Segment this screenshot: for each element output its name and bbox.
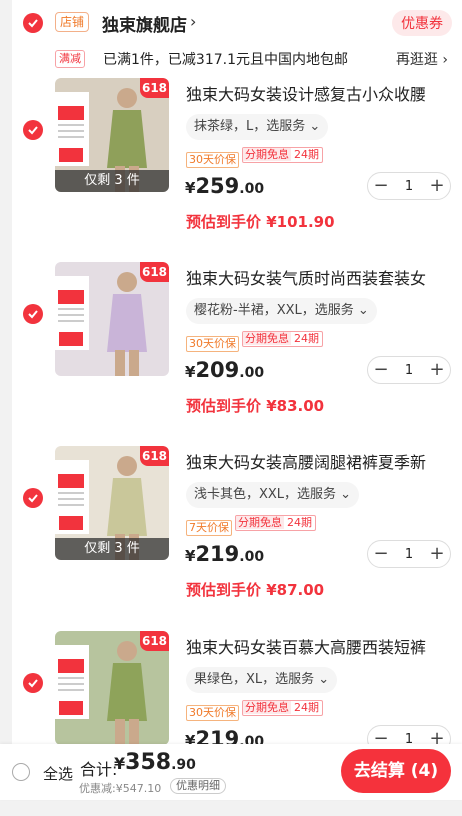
- decrease-button[interactable]: −: [368, 541, 394, 567]
- total-amount: ¥358.90: [114, 750, 196, 775]
- stock-label: 仅剩 3 件: [55, 538, 169, 560]
- service-tags: 7天价保 分期免息 24期: [186, 515, 319, 536]
- 618-badge: 618: [140, 631, 169, 651]
- cart-item: 618 仅剩 3 件 独束大码女装设计感复古小众收腰 抹茶绿，L，选服务 ⌄ 3…: [12, 78, 462, 263]
- checkmark-icon: [28, 494, 38, 503]
- shop-name[interactable]: 独束旗舰店: [102, 11, 187, 36]
- quantity-stepper[interactable]: − 1 +: [367, 356, 451, 384]
- estimated-price: 预估到手价 ¥83.00: [186, 397, 325, 415]
- cart-shop-card: 店铺 独束旗舰店 › 优惠券 满减 已满1件，已减317.1元且中国内地包邮 再…: [12, 0, 462, 760]
- product-image[interactable]: 618 仅剩 3 件: [55, 78, 169, 192]
- item-price: ¥219.00: [185, 542, 265, 566]
- shop-checkbox[interactable]: [23, 13, 43, 33]
- product-title[interactable]: 独束大码女装高腰阔腿裙裤夏季新: [186, 449, 448, 473]
- select-all-label[interactable]: 全选: [43, 763, 73, 784]
- promo-bar: 满减 已满1件，已减317.1元且中国内地包邮 再逛逛 ›: [12, 47, 462, 71]
- checkout-bar: 全选 合计: ¥358.90 优惠减:¥547.10 优惠明细 去结算 (4): [0, 744, 462, 800]
- 618-badge: 618: [140, 78, 169, 98]
- checkmark-icon: [28, 126, 38, 135]
- cart-item: 618 仅剩 3 件 独束大码女装高腰阔腿裙裤夏季新 浅卡其色，XXL，选服务 …: [12, 446, 462, 631]
- installment-tag: 分期免息 24期: [235, 515, 316, 531]
- product-image[interactable]: 618: [55, 631, 169, 745]
- item-checkbox[interactable]: [23, 304, 43, 324]
- shop-tag: 店铺: [55, 12, 90, 32]
- product-title[interactable]: 独束大码女装设计感复古小众收腰: [186, 81, 448, 105]
- decrease-button[interactable]: −: [368, 173, 394, 199]
- quantity-stepper[interactable]: − 1 +: [367, 540, 451, 568]
- checkout-button[interactable]: 去结算 (4): [341, 749, 451, 793]
- service-tags: 30天价保 分期免息 24期: [186, 331, 326, 352]
- installment-tag: 分期免息 24期: [242, 331, 323, 347]
- coupon-button[interactable]: 优惠券: [392, 10, 452, 36]
- shop-more-link[interactable]: 再逛逛 ›: [396, 49, 448, 69]
- cart-item: 618 独束大码女装气质时尚西装套装女 樱花粉-半裙，XXL，选服务 ⌄ 30天…: [12, 262, 462, 447]
- estimated-price: 预估到手价 ¥101.90: [186, 213, 335, 231]
- price-protect-tag: 30天价保: [186, 152, 239, 168]
- 618-badge: 618: [140, 446, 169, 466]
- shop-header: 店铺 独束旗舰店 › 优惠券: [12, 8, 462, 40]
- quantity-stepper[interactable]: − 1 +: [367, 172, 451, 200]
- service-tags: 30天价保 分期免息 24期: [186, 147, 326, 168]
- product-title[interactable]: 独束大码女装气质时尚西装套装女: [186, 265, 448, 289]
- quantity-value[interactable]: 1: [394, 179, 424, 194]
- installment-tag: 分期免息 24期: [242, 147, 323, 163]
- 618-badge: 618: [140, 262, 169, 282]
- promo-text: 已满1件，已减317.1元且中国内地包邮: [103, 52, 348, 68]
- decrease-button[interactable]: −: [368, 357, 394, 383]
- product-image[interactable]: 618 仅剩 3 件: [55, 446, 169, 560]
- sku-selector[interactable]: 抹茶绿，L，选服务 ⌄: [186, 114, 329, 140]
- item-price: ¥209.00: [185, 358, 265, 382]
- product-image[interactable]: 618: [55, 262, 169, 376]
- total-label: 合计:: [80, 760, 118, 779]
- product-title[interactable]: 独束大码女装百慕大高腰西装短裤: [186, 634, 448, 658]
- price-protect-tag: 30天价保: [186, 336, 239, 352]
- checkmark-icon: [28, 310, 38, 319]
- quantity-value[interactable]: 1: [394, 363, 424, 378]
- increase-button[interactable]: +: [424, 541, 450, 567]
- checkmark-icon: [28, 679, 38, 688]
- increase-button[interactable]: +: [424, 173, 450, 199]
- stock-label: 仅剩 3 件: [55, 170, 169, 192]
- select-all-radio[interactable]: [12, 763, 30, 781]
- service-tags: 30天价保 分期免息 24期: [186, 700, 326, 721]
- quantity-value[interactable]: 1: [394, 547, 424, 562]
- item-checkbox[interactable]: [23, 488, 43, 508]
- estimated-price: 预估到手价 ¥87.00: [186, 581, 325, 599]
- sku-selector[interactable]: 浅卡其色，XXL，选服务 ⌄: [186, 482, 360, 508]
- item-checkbox[interactable]: [23, 120, 43, 140]
- item-checkbox[interactable]: [23, 673, 43, 693]
- promo-tag: 满减: [55, 50, 85, 68]
- price-protect-tag: 30天价保: [186, 705, 239, 721]
- discount-detail-button[interactable]: 优惠明细: [170, 778, 226, 794]
- installment-tag: 分期免息 24期: [242, 700, 323, 716]
- sku-selector[interactable]: 果绿色，XL，选服务 ⌄: [186, 667, 338, 693]
- price-protect-tag: 7天价保: [186, 520, 232, 536]
- discount-amount: 优惠减:¥547.10: [79, 782, 162, 795]
- sku-selector[interactable]: 樱花粉-半裙，XXL，选服务 ⌄: [186, 298, 377, 324]
- checkmark-icon: [28, 19, 38, 28]
- chevron-right-icon[interactable]: ›: [190, 12, 196, 31]
- increase-button[interactable]: +: [424, 357, 450, 383]
- item-price: ¥259.00: [185, 174, 265, 198]
